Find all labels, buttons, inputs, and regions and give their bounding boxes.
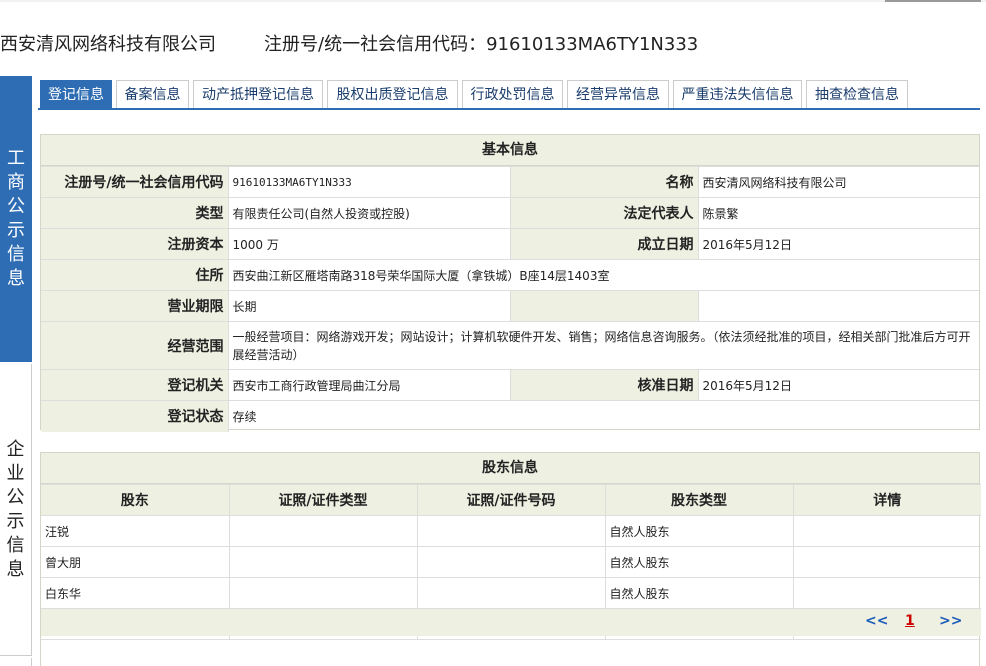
tab-registration-info[interactable]: 登记信息 (40, 80, 112, 108)
side-tab-gongshang-info[interactable]: 工 商 公 示 信 息 (0, 76, 32, 362)
shareholder-name: 曾大朋 (41, 546, 230, 578)
column-header: 详情 (792, 484, 981, 516)
basic-info-title: 基本信息 (41, 135, 979, 166)
reg-no-label: 注册号/统一社会信用代码 (41, 166, 229, 198)
side-tab-char: 商 (7, 172, 25, 193)
name-value: 西安清风网络科技有限公司 (697, 166, 979, 198)
empty-label-cell (509, 290, 699, 322)
established-label: 成立日期 (509, 228, 699, 260)
table-row: 曾大朋 自然人股东 (41, 546, 981, 578)
shareholder-type: 自然人股东 (604, 546, 794, 578)
side-tab-char: 示 (7, 220, 25, 241)
side-tab-char: 工 (7, 148, 25, 169)
authority-label: 登记机关 (41, 369, 229, 401)
term-label: 营业期限 (41, 290, 229, 322)
established-value: 2016年5月12日 (697, 228, 979, 260)
capital-value: 1000 万 (227, 228, 511, 260)
legal-rep-label: 法定代表人 (509, 197, 699, 229)
side-tab-char: 公 (6, 486, 25, 508)
tab-filing-info[interactable]: 备案信息 (116, 80, 189, 108)
table-row: 汪锐 自然人股东 (41, 515, 981, 547)
side-nav: 工 商 公 示 信 息 企 业 公 示 信 息 (0, 76, 32, 666)
column-header: 证照/证件类型 (228, 484, 418, 516)
scope-label: 经营范围 (41, 321, 229, 370)
id-number (416, 515, 606, 547)
company-name-heading: 西安清风网络科技有限公司 (0, 34, 216, 55)
reg-no-value: 91610133MA6TY1N333 (227, 166, 511, 198)
detail-cell[interactable] (792, 577, 981, 609)
approved-value: 2016年5月12日 (697, 369, 979, 401)
side-tab-char: 信 (7, 244, 25, 265)
table-row: 白东华 自然人股东 (41, 577, 981, 609)
shareholder-type: 自然人股东 (604, 515, 794, 547)
tab-serious-violation[interactable]: 严重违法失信信息 (673, 80, 802, 108)
name-label: 名称 (509, 166, 699, 198)
info-tab-bar: 登记信息 备案信息 动产抵押登记信息 股权出质登记信息 行政处罚信息 经营异常信… (38, 80, 980, 110)
address-value: 西安曲江新区雁塔南路318号荣华国际大厦（拿铁城）B座14层1403室 (227, 259, 979, 291)
side-tab-char: 信 (6, 534, 25, 556)
basic-info-table: 注册号/统一社会信用代码 91610133MA6TY1N333 名称 西安清风网… (41, 166, 979, 432)
side-tab-char: 息 (7, 268, 25, 289)
detail-cell[interactable] (792, 515, 981, 547)
approved-label: 核准日期 (509, 369, 699, 401)
main-content: 登记信息 备案信息 动产抵押登记信息 股权出质登记信息 行政处罚信息 经营异常信… (38, 80, 981, 666)
detail-cell[interactable] (792, 546, 981, 578)
type-label: 类型 (41, 197, 229, 229)
side-tab-char: 公 (7, 196, 25, 217)
column-header: 证照/证件号码 (416, 484, 606, 516)
prev-page-button[interactable]: << (865, 613, 888, 629)
id-number (416, 577, 606, 609)
type-value: 有限责任公司(自然人投资或控股) (227, 197, 511, 229)
shareholder-name: 白东华 (41, 577, 230, 609)
id-type (228, 577, 418, 609)
side-tab-char: 企 (6, 438, 25, 460)
scope-value: 一般经营项目：网络游戏开发；网站设计；计算机软硬件开发、销售；网络信息咨询服务。… (227, 321, 979, 370)
legal-rep-value: 陈景繁 (697, 197, 979, 229)
title-bar: 西安清风网络科技有限公司 注册号/统一社会信用代码：91610133MA6TY1… (0, 0, 986, 80)
column-header: 股东类型 (604, 484, 794, 516)
tab-administrative-penalty[interactable]: 行政处罚信息 (462, 80, 563, 108)
next-page-button[interactable]: >> (939, 613, 962, 629)
tab-equity-pledge[interactable]: 股权出质登记信息 (327, 80, 458, 108)
shareholder-panel: 股东信息 股东 证照/证件类型 证照/证件号码 股东类型 详情 汪锐 自然人股东… (40, 452, 981, 666)
side-tab-more[interactable] (0, 658, 32, 666)
authority-value: 西安市工商行政管理局曲江分局 (227, 369, 511, 401)
id-type (228, 515, 418, 547)
side-tab-char: 业 (6, 462, 25, 484)
shareholder-name: 汪锐 (41, 515, 230, 547)
side-tab-qiye-info[interactable]: 企 业 公 示 信 息 (0, 364, 32, 656)
basic-info-panel: 基本信息 注册号/统一社会信用代码 91610133MA6TY1N333 名称 … (40, 134, 980, 432)
capital-label: 注册资本 (41, 228, 229, 260)
id-type (228, 546, 418, 578)
pagination-bar: << 1 >> (41, 608, 981, 636)
empty-value-cell (697, 290, 979, 322)
address-label: 住所 (41, 259, 229, 291)
side-tab-char: 示 (6, 510, 25, 532)
top-divider (0, 0, 986, 2)
status-value: 存续 (227, 400, 979, 432)
shareholder-type: 自然人股东 (604, 577, 794, 609)
column-header: 股东 (41, 484, 230, 516)
id-number (416, 546, 606, 578)
tab-chattel-mortgage[interactable]: 动产抵押登记信息 (193, 80, 323, 108)
registration-number-heading: 注册号/统一社会信用代码：91610133MA6TY1N333 (264, 34, 699, 55)
tab-abnormal-operation[interactable]: 经营异常信息 (567, 80, 669, 108)
side-tab-char: 息 (6, 558, 25, 580)
tab-inspection-info[interactable]: 抽查检查信息 (806, 80, 908, 108)
page-number-link[interactable]: 1 (905, 613, 915, 629)
term-value: 长期 (227, 290, 511, 322)
status-label: 登记状态 (41, 400, 229, 432)
shareholder-title: 股东信息 (41, 453, 979, 484)
